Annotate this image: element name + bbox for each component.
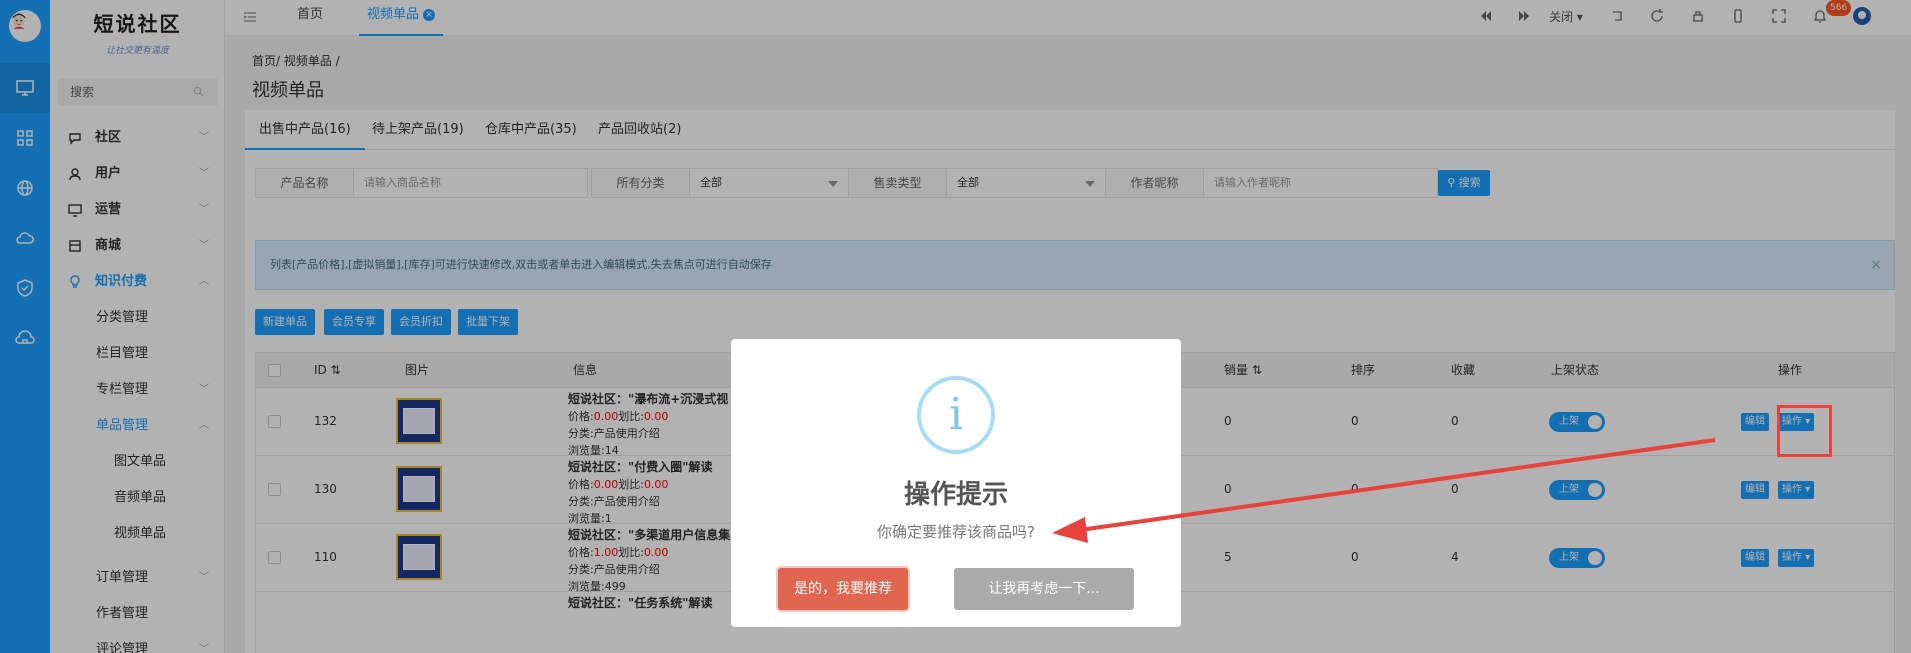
info-icon: i: [917, 376, 995, 454]
annotation-highlight-box: [1777, 405, 1832, 457]
confirm-dialog: i 操作提示 你确定要推荐该商品吗? 是的，我要推荐 让我再考虑一下...: [731, 339, 1181, 627]
dialog-message: 你确定要推荐该商品吗?: [877, 523, 1035, 541]
dialog-title: 操作提示: [903, 480, 1008, 510]
cancel-button[interactable]: 让我再考虑一下...: [954, 568, 1134, 610]
confirm-recommend-button[interactable]: 是的，我要推荐: [778, 568, 908, 610]
